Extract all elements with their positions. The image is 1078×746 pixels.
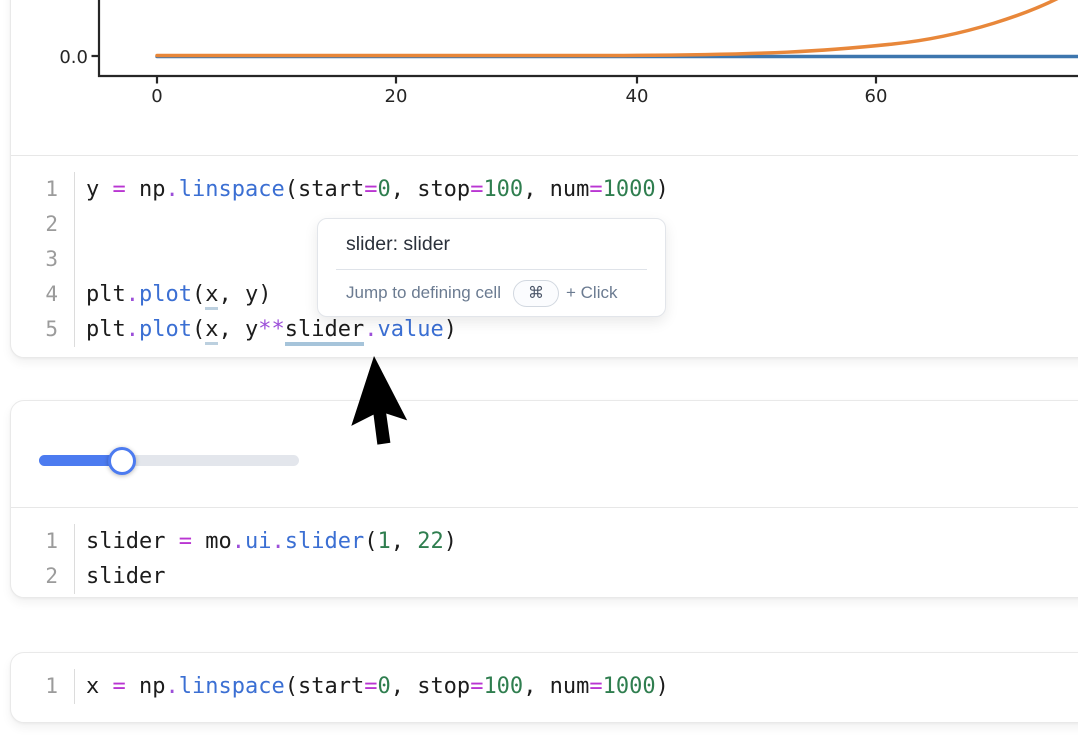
line-number: 4 <box>11 277 74 312</box>
variable-link[interactable]: x <box>205 282 218 310</box>
gutter: 12345 <box>11 172 75 347</box>
slider-handle[interactable] <box>108 447 136 475</box>
line-number: 1 <box>11 669 74 704</box>
code-editor-slider[interactable]: 12 slider = mo.ui.slider(1, 22)slider <box>11 508 1078 604</box>
y-tick-label: 0.0 <box>54 48 88 68</box>
code-editor-x[interactable]: 1 x = np.linspace(start=0, stop=100, num… <box>11 653 1078 721</box>
x-tick-label: 20 <box>374 87 418 107</box>
plot-output: 0.0 0 20 40 60 <box>11 0 1078 156</box>
code-lines: slider = mo.ui.slider(1, 22)slider <box>75 524 457 594</box>
line-number: 1 <box>11 172 74 207</box>
line-number: 5 <box>11 312 74 347</box>
series-line-power <box>157 0 1075 56</box>
slider-output <box>11 401 1078 508</box>
x-tick-label: 0 <box>135 87 179 107</box>
x-tick-label: 60 <box>854 87 898 107</box>
gutter: 12 <box>11 524 75 594</box>
matplotlib-figure <box>11 0 1078 147</box>
gutter: 1 <box>11 669 75 704</box>
tooltip-suffix-label: + Click <box>566 283 617 303</box>
cell-slider: 12 slider = mo.ui.slider(1, 22)slider <box>10 400 1078 598</box>
goto-definition-tooltip: slider: slider Jump to defining cell ⌘ +… <box>317 218 666 317</box>
line-number: 2 <box>11 207 74 242</box>
slider-track[interactable] <box>39 455 299 466</box>
line-number: 3 <box>11 242 74 277</box>
tooltip-divider <box>336 269 647 270</box>
line-number: 2 <box>11 559 74 594</box>
cursor-pointer-icon <box>374 356 484 466</box>
variable-link[interactable]: x <box>205 317 218 345</box>
x-tick-label: 40 <box>615 87 659 107</box>
tooltip-title: slider: slider <box>346 231 641 257</box>
marimo-notebook-view: 0.0 0 20 40 60 12345 y = np.linspace(sta… <box>0 0 1078 746</box>
axis-ticks <box>92 56 877 84</box>
tooltip-action-label: Jump to defining cell <box>346 283 501 303</box>
code-lines: x = np.linspace(start=0, stop=100, num=1… <box>75 669 669 704</box>
cell-x: 1 x = np.linspace(start=0, stop=100, num… <box>10 652 1078 723</box>
cmd-key-badge: ⌘ <box>513 280 559 307</box>
hovered-variable-link[interactable]: slider <box>285 317 364 346</box>
line-number: 1 <box>11 524 74 559</box>
